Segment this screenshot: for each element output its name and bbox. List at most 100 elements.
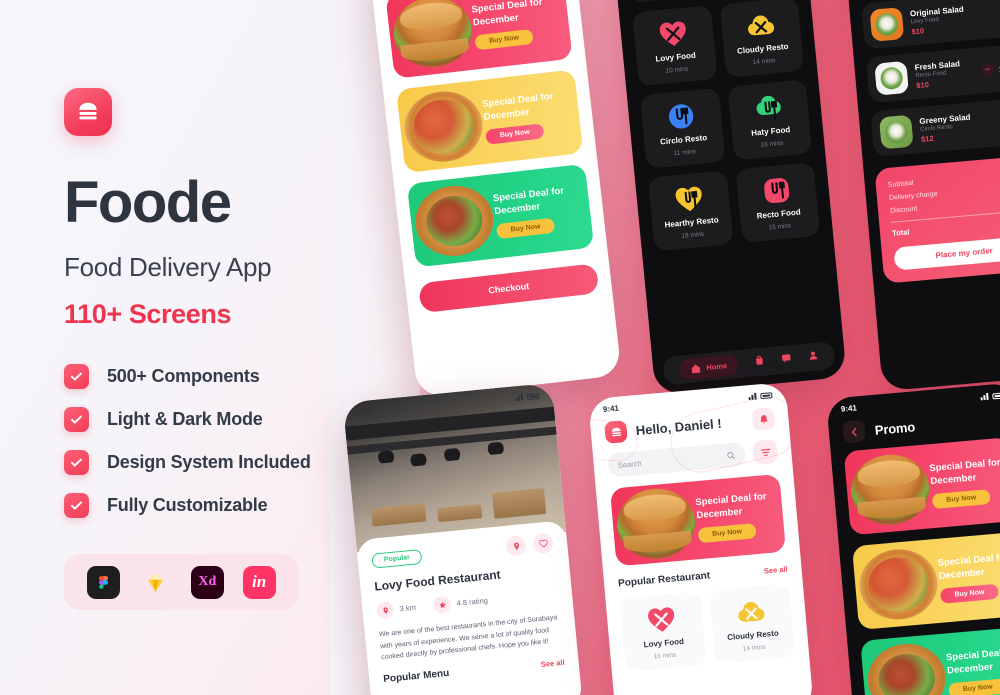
- nav-item-bag[interactable]: [753, 353, 766, 372]
- burger-logo-icon: [79, 102, 97, 120]
- promo-title: Special Deal for December: [470, 0, 544, 29]
- heart-icon: [538, 539, 548, 548]
- back-button[interactable]: [842, 419, 866, 444]
- heart-cutlery-icon: [659, 21, 687, 46]
- promo-card[interactable]: Special Deal for December Buy Now: [396, 69, 584, 174]
- restaurant-detail-sheet: Popular Lovy Food Restaurant 3 km 4.8 ra…: [355, 520, 584, 695]
- feature-list: 500+ Components Light & Dark Mode Design…: [64, 364, 394, 518]
- restaurant-name: Haty Food: [750, 125, 791, 138]
- heart-cutlery-icon: [648, 607, 675, 632]
- rating-value: 4.8 rating: [456, 595, 489, 608]
- restaurant-time: 14 mins: [752, 57, 776, 67]
- home-icon: [691, 364, 701, 373]
- check-icon: [64, 364, 89, 389]
- square-cutlery-icon: [763, 178, 789, 204]
- restaurant-time: 16 mins: [760, 139, 784, 149]
- restaurant-card[interactable]: Haty Food 16 mins: [727, 79, 813, 161]
- signal-icon: [514, 393, 525, 402]
- food-thumbnail: [869, 7, 905, 42]
- promo-card[interactable]: Special Deal for December Buy Now: [609, 473, 787, 567]
- buy-now-button[interactable]: Buy Now: [474, 28, 534, 51]
- restaurant-card[interactable]: Recto Food 15 mins: [734, 161, 821, 244]
- design-tools-bar: Xd in: [64, 554, 299, 610]
- summary-total-row: Total: [891, 215, 1000, 238]
- summary-label: Discount: [889, 205, 918, 215]
- nav-item-chat[interactable]: [780, 350, 793, 369]
- location-pin-icon: [375, 600, 395, 620]
- see-all-link[interactable]: See all: [540, 657, 565, 668]
- restaurant-grid: Lovy Food 10 mins Cloudy Resto 14 mins: [605, 573, 809, 673]
- decrease-quantity-button[interactable]: −: [980, 62, 995, 77]
- promo-title: Special Deal for December: [492, 185, 565, 217]
- restaurant-name: Lovy Food: [643, 636, 685, 650]
- phone-mockup-detail-light: 9:41 Popular Lovy Food Restaurant 3 km 4…: [342, 382, 584, 695]
- summary-total-label: Total: [891, 227, 910, 238]
- popular-menu-title: Popular Menu: [382, 667, 450, 685]
- promo-card-list: Special Deal for December Buy Now Specia…: [372, 0, 607, 269]
- order-summary: Subtotal Delivery charge Discount Total …: [874, 154, 1000, 284]
- summary-label: Subtotal: [887, 179, 914, 189]
- promo-title: Special Deal for December: [481, 91, 554, 123]
- nav-item-home[interactable]: Home: [678, 353, 739, 381]
- signal-icon: [748, 392, 758, 401]
- checkout-button[interactable]: Checkout: [418, 263, 600, 314]
- quantity-stepper[interactable]: − 1 +: [980, 60, 1000, 77]
- restaurant-card[interactable]: Lovy Food 10 mins: [631, 5, 718, 87]
- adobe-xd-icon: Xd: [190, 565, 224, 599]
- status-icons: [514, 392, 540, 402]
- restaurant-card[interactable]: Cloudy Resto 14 mins: [708, 583, 796, 665]
- heart-cutlery-icon: [675, 186, 702, 212]
- invision-icon: in: [242, 565, 276, 599]
- buy-now-button[interactable]: Buy Now: [948, 678, 1000, 695]
- restaurant-time: 15 mins: [768, 222, 792, 232]
- food-image: [390, 0, 476, 72]
- promo-card[interactable]: Special Deal for December Buy Now: [385, 0, 573, 79]
- battery-icon: [526, 392, 540, 400]
- restaurant-name: Recto Food: [756, 207, 802, 221]
- restaurant-card[interactable]: Hearthy Resto 18 mins: [647, 170, 734, 252]
- feature-item: Fully Customizable: [64, 493, 394, 518]
- signal-icon: [980, 392, 990, 401]
- favorite-button[interactable]: [532, 532, 554, 555]
- restaurant-time: 10 mins: [665, 65, 689, 75]
- restaurant-name: Hearthy Resto: [664, 215, 720, 230]
- buy-now-button[interactable]: Buy Now: [485, 123, 545, 145]
- restaurant-card[interactable]: Circlo Resto 11 mins: [639, 87, 726, 169]
- status-time: 9:41: [357, 406, 375, 418]
- promo-card[interactable]: Special Deal for December Buy Now: [406, 163, 595, 268]
- app-logo: [64, 88, 112, 136]
- place-order-button[interactable]: Place my order: [893, 235, 1000, 271]
- nav-item-profile[interactable]: [807, 347, 820, 366]
- buy-now-button[interactable]: Buy Now: [939, 583, 999, 604]
- battery-icon: [760, 391, 773, 399]
- summary-label: Delivery charge: [888, 190, 938, 202]
- order-item: Greeny Salad Circlo Resto $12 −: [870, 97, 1000, 158]
- showcase-stage: Foode Food Delivery App 110+ Screens 500…: [0, 0, 1000, 695]
- buy-now-button[interactable]: Buy Now: [931, 488, 991, 509]
- status-time: 9:41: [602, 403, 620, 414]
- promo-card[interactable]: Special Deal for December Buy Now: [860, 626, 1000, 695]
- status-time: 9:41: [840, 403, 858, 414]
- food-image: [856, 546, 941, 623]
- screen-title: Promo: [874, 418, 916, 438]
- check-icon: [64, 407, 89, 432]
- restaurant-card[interactable]: Lovy Food 10 mins: [619, 591, 707, 672]
- distance-meta: 3 km: [375, 599, 417, 620]
- restaurant-name: Lovy Food: [655, 50, 697, 64]
- phone-mockup-home-light: 9:41 Hello, Daniel ! Search Special Deal…: [587, 381, 815, 695]
- location-button[interactable]: [505, 534, 528, 557]
- promo-card-list: Special Deal for December Buy Now Specia…: [831, 436, 1000, 695]
- order-item: Fresh Salad Recto Food $10 − 1 +: [865, 43, 1000, 104]
- promo-card[interactable]: Special Deal for December Buy Now: [843, 437, 1000, 536]
- food-image: [400, 87, 487, 166]
- restaurant-time: 11 mins: [673, 148, 697, 158]
- restaurant-card[interactable]: Cloudy Resto 14 mins: [719, 0, 805, 78]
- promo-card[interactable]: Special Deal for December Buy Now: [851, 531, 1000, 630]
- buy-now-button[interactable]: Buy Now: [495, 217, 556, 239]
- location-pin-icon: [513, 542, 519, 550]
- adobe-xd-label: Xd: [198, 574, 217, 589]
- food-image: [411, 181, 498, 261]
- food-thumbnail: [878, 114, 914, 150]
- figma-icon: [87, 565, 121, 599]
- buy-now-button[interactable]: Buy Now: [697, 522, 757, 543]
